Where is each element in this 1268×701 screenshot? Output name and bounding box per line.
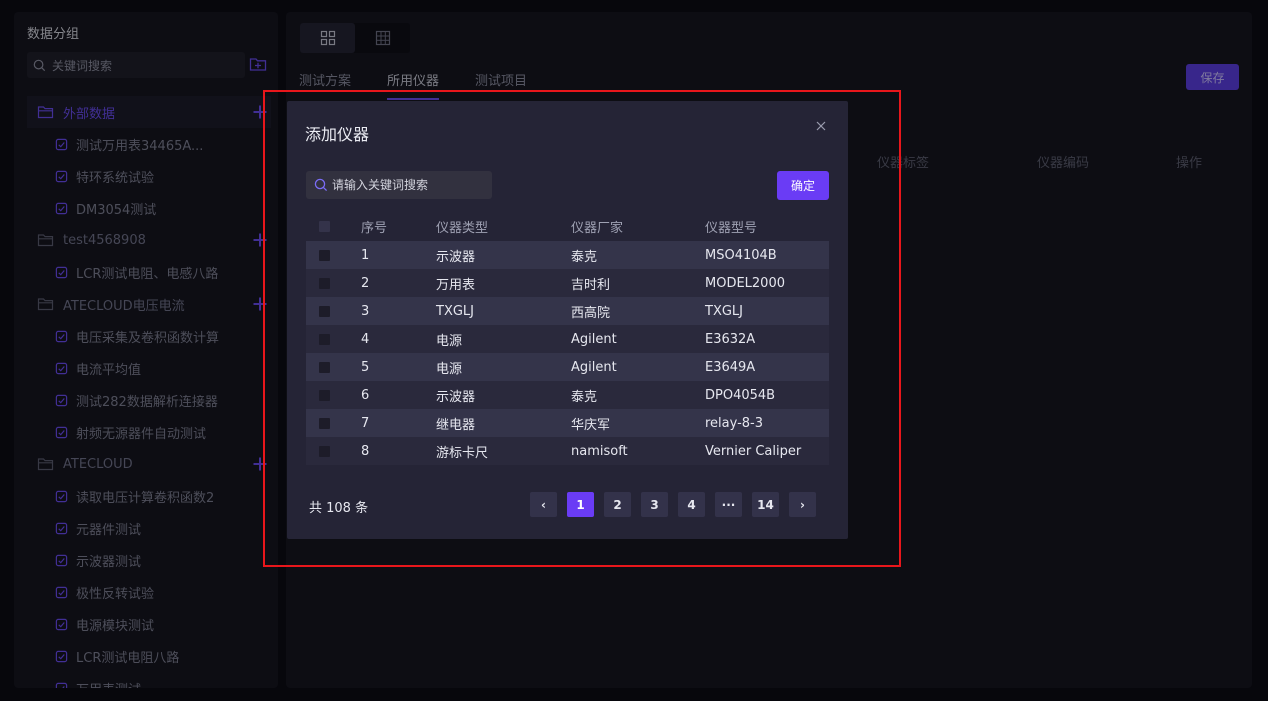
instrument-table: 序号 仪器类型 仪器厂家 仪器型号 1 示波器 泰克 MSO4104B 2 万用表 吉时利 M… <box>306 211 829 465</box>
close-button[interactable] <box>813 118 829 134</box>
app-window: 数据分组 关键词搜索 外部数据 测试万用表34465A... 特环系统试验 DM305… <box>0 0 1268 701</box>
row-checkbox-cell <box>306 333 361 345</box>
table-header-row: 序号 仪器类型 仪器厂家 仪器型号 <box>306 211 829 241</box>
page-button[interactable]: 4 <box>678 492 705 517</box>
table-cell: 继电器 <box>436 417 476 433</box>
table-cell: TXGLJ <box>436 303 474 319</box>
table-row[interactable]: 7 继电器 华庆军 relay-8-3 <box>306 409 829 437</box>
column-header-maker: 仪器厂家 <box>571 220 624 236</box>
row-checkbox-cell <box>306 445 361 457</box>
row-checkbox[interactable] <box>319 333 330 345</box>
table-cell: 泰克 <box>571 249 598 265</box>
table-cell: 示波器 <box>436 389 476 405</box>
table-cell: E3649A <box>705 359 756 375</box>
table-cell: 西高院 <box>571 305 611 321</box>
search-icon <box>314 178 328 192</box>
table-cell: 3 <box>361 303 370 319</box>
page-button[interactable]: 2 <box>604 492 631 517</box>
table-cell: 吉时利 <box>571 277 611 293</box>
next-page-button[interactable]: › <box>789 492 816 517</box>
column-header-model: 仪器型号 <box>705 220 758 236</box>
row-checkbox[interactable] <box>319 445 330 457</box>
instrument-search-input[interactable] <box>332 178 482 192</box>
row-checkbox[interactable] <box>319 305 330 317</box>
page-button[interactable]: 14 <box>752 492 779 517</box>
table-cell: 6 <box>361 387 370 403</box>
table-cell: DPO4054B <box>705 387 776 403</box>
table-cell: 示波器 <box>436 249 476 265</box>
table-cell: E3632A <box>705 331 756 347</box>
table-cell: Agilent <box>571 359 617 375</box>
table-cell: 电源 <box>436 333 463 349</box>
table-cell: Vernier Caliper <box>705 443 802 459</box>
row-checkbox-cell <box>306 305 361 317</box>
table-cell: namisoft <box>571 443 628 459</box>
row-checkbox-cell <box>306 249 361 261</box>
table-row[interactable]: 6 示波器 泰克 DPO4054B <box>306 381 829 409</box>
pagination: ‹ 1 2 3 4 ··· 14 › <box>530 492 826 517</box>
table-cell: 游标卡尺 <box>436 445 489 461</box>
table-cell: TXGLJ <box>705 303 743 319</box>
table-cell: MSO4104B <box>705 247 777 263</box>
page-button[interactable]: 3 <box>641 492 668 517</box>
row-checkbox-cell <box>306 389 361 401</box>
row-checkbox[interactable] <box>319 361 330 373</box>
row-checkbox[interactable] <box>319 249 330 261</box>
add-instrument-dialog: 添加仪器 确定 序号 仪器类型 仪器厂家 仪器型号 1示波器泰克MSO4104B… <box>287 101 848 539</box>
confirm-button[interactable]: 确定 <box>777 171 829 200</box>
table-cell: 8 <box>361 443 370 459</box>
row-checkbox[interactable] <box>319 417 330 429</box>
table-cell: 泰克 <box>571 389 598 405</box>
table-body: 1 示波器 泰克 MSO4104B 2 万用表 吉时利 MODEL2000 3 TXGLJ 西高院 T… <box>306 241 829 465</box>
table-row[interactable]: 2 万用表 吉时利 MODEL2000 <box>306 269 829 297</box>
total-count: 共 108 条 <box>309 501 369 516</box>
row-checkbox-cell <box>306 417 361 429</box>
table-cell: 1 <box>361 247 370 263</box>
dialog-title: 添加仪器 <box>305 125 370 144</box>
table-cell: MODEL2000 <box>705 275 785 291</box>
table-cell: 万用表 <box>436 277 476 293</box>
table-row[interactable]: 5 电源 Agilent E3649A <box>306 353 829 381</box>
table-cell: 7 <box>361 415 370 431</box>
prev-page-button[interactable]: ‹ <box>530 492 557 517</box>
column-header-type: 仪器类型 <box>436 220 489 236</box>
table-cell: 2 <box>361 275 370 291</box>
table-row[interactable]: 1 示波器 泰克 MSO4104B <box>306 241 829 269</box>
row-checkbox-cell <box>306 361 361 373</box>
table-cell: 电源 <box>436 361 463 377</box>
row-checkbox-cell <box>306 277 361 289</box>
select-all-checkbox[interactable] <box>319 220 330 232</box>
table-row[interactable]: 4 电源 Agilent E3632A <box>306 325 829 353</box>
table-cell: 华庆军 <box>571 417 611 433</box>
table-cell: relay-8-3 <box>705 415 764 431</box>
close-icon <box>816 121 826 131</box>
page-button[interactable]: 1 <box>567 492 594 517</box>
row-checkbox[interactable] <box>319 389 330 401</box>
table-row[interactable]: 8 游标卡尺 namisoft Vernier Caliper <box>306 437 829 465</box>
page-button[interactable]: ··· <box>715 492 742 517</box>
column-header-no: 序号 <box>361 220 388 236</box>
table-cell: Agilent <box>571 331 617 347</box>
table-cell: 4 <box>361 331 370 347</box>
instrument-search-box <box>306 171 492 199</box>
table-row[interactable]: 3 TXGLJ 西高院 TXGLJ <box>306 297 829 325</box>
table-cell: 5 <box>361 359 370 375</box>
row-checkbox[interactable] <box>319 277 330 289</box>
